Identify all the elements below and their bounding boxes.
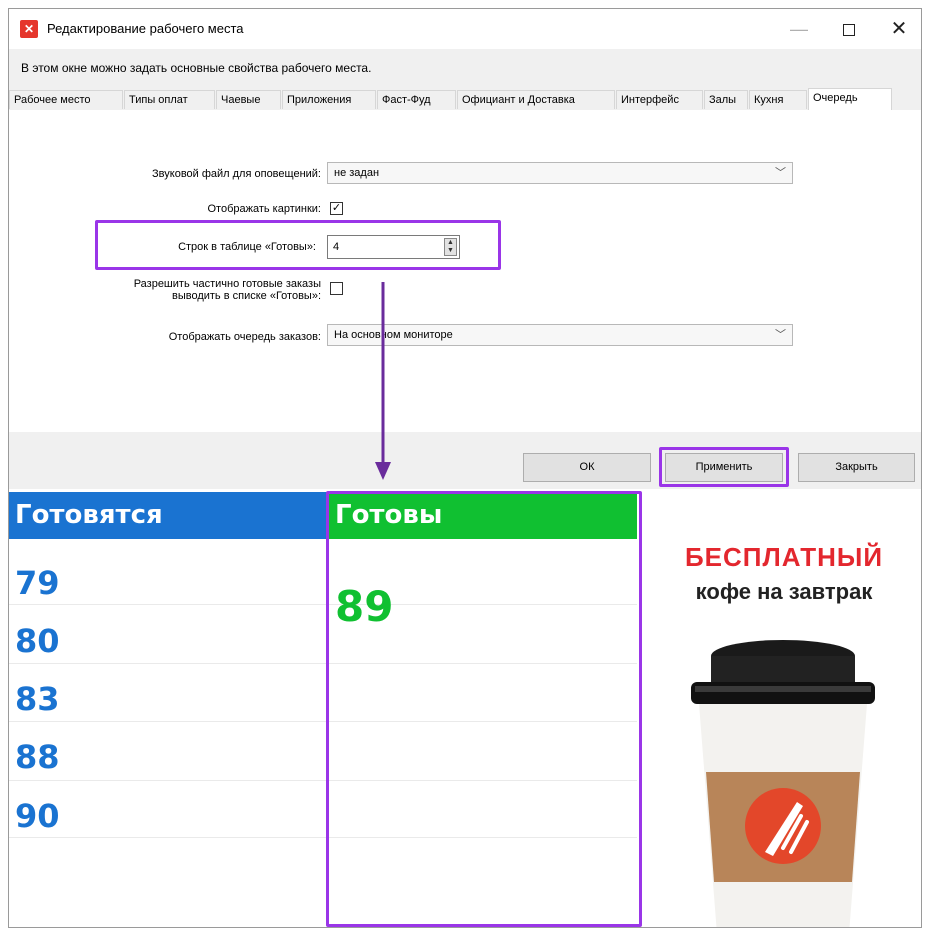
promo-headline: БЕСПЛАТНЫЙ (684, 542, 884, 572)
tab-strip: Рабочее место Типы оплат Чаевые Приложен… (9, 88, 921, 111)
preparing-order-number: 80 (15, 622, 60, 660)
partial-ready-checkbox[interactable] (330, 282, 343, 295)
coffee-cup-image (691, 640, 875, 927)
promo-subtitle: кофе на завтрак (695, 579, 873, 604)
preparing-order-number: 90 (15, 797, 60, 835)
queue-settings-panel: Звуковой файл для оповещений: не задан ﹀… (9, 110, 921, 432)
minimize-button[interactable]: — (777, 15, 821, 43)
tab-workplace[interactable]: Рабочее место (9, 90, 123, 109)
tab-queue[interactable]: Очередь (808, 88, 892, 111)
maximize-button[interactable] (827, 15, 871, 43)
window-description: В этом окне можно задать основные свойст… (21, 61, 372, 75)
rows-highlight-frame (95, 220, 501, 270)
ok-button[interactable]: ОК (523, 453, 651, 482)
tab-halls[interactable]: Залы (704, 90, 748, 109)
sound-file-value: не задан (334, 167, 380, 179)
tab-payment-types[interactable]: Типы оплат (124, 90, 215, 109)
preparing-order-number: 83 (15, 680, 60, 718)
title-bar: ✕ Редактирование рабочего места — ✕ (9, 9, 921, 49)
chevron-down-icon: ﹀ (775, 329, 786, 341)
show-images-label: Отображать картинки: (207, 203, 321, 215)
sound-file-select[interactable]: не задан ﹀ (327, 162, 793, 184)
queue-display-value: На основном мониторе (334, 329, 453, 341)
order-queue-screen: Готовятся Готовы 79 80 83 88 90 89 БЕСПЛ… (9, 489, 921, 927)
window-title: Редактирование рабочего места (47, 21, 244, 36)
chevron-down-icon: ﹀ (775, 167, 786, 179)
partial-ready-label-line2: выводить в списке «Готовы»: (171, 290, 321, 302)
tab-fast-food[interactable]: Фаст-Фуд (377, 90, 456, 109)
ready-highlight-frame (326, 491, 642, 927)
maximize-icon (843, 24, 855, 37)
tab-kitchen[interactable]: Кухня (749, 90, 807, 109)
screenshot-frame: ✕ Редактирование рабочего места — ✕ В эт… (8, 8, 922, 928)
close-button[interactable]: Закрыть (798, 453, 915, 482)
app-logo-icon: ✕ (20, 20, 38, 38)
tab-applications[interactable]: Приложения (282, 90, 376, 109)
dialog-button-bar: ОК Применить Закрыть (9, 432, 921, 489)
show-images-checkbox[interactable]: ✓ (330, 202, 343, 215)
apply-highlight-frame (659, 447, 789, 487)
tab-interface[interactable]: Интерфейс (616, 90, 703, 109)
tab-tips[interactable]: Чаевые (216, 90, 281, 109)
queue-display-label: Отображать очередь заказов: (168, 331, 321, 343)
tab-waiter-delivery[interactable]: Официант и Доставка (457, 90, 615, 109)
queue-display-select[interactable]: На основном мониторе ﹀ (327, 324, 793, 346)
preparing-header: Готовятся (9, 492, 329, 539)
close-window-button[interactable]: ✕ (877, 15, 921, 43)
partial-ready-label-line1: Разрешить частично готовые заказы (133, 278, 321, 290)
preparing-order-number: 88 (15, 738, 60, 776)
preparing-order-number: 79 (15, 564, 60, 602)
partial-ready-label: Разрешить частично готовые заказы выводи… (134, 278, 321, 302)
sound-file-label: Звуковой файл для оповещений: (152, 168, 321, 180)
